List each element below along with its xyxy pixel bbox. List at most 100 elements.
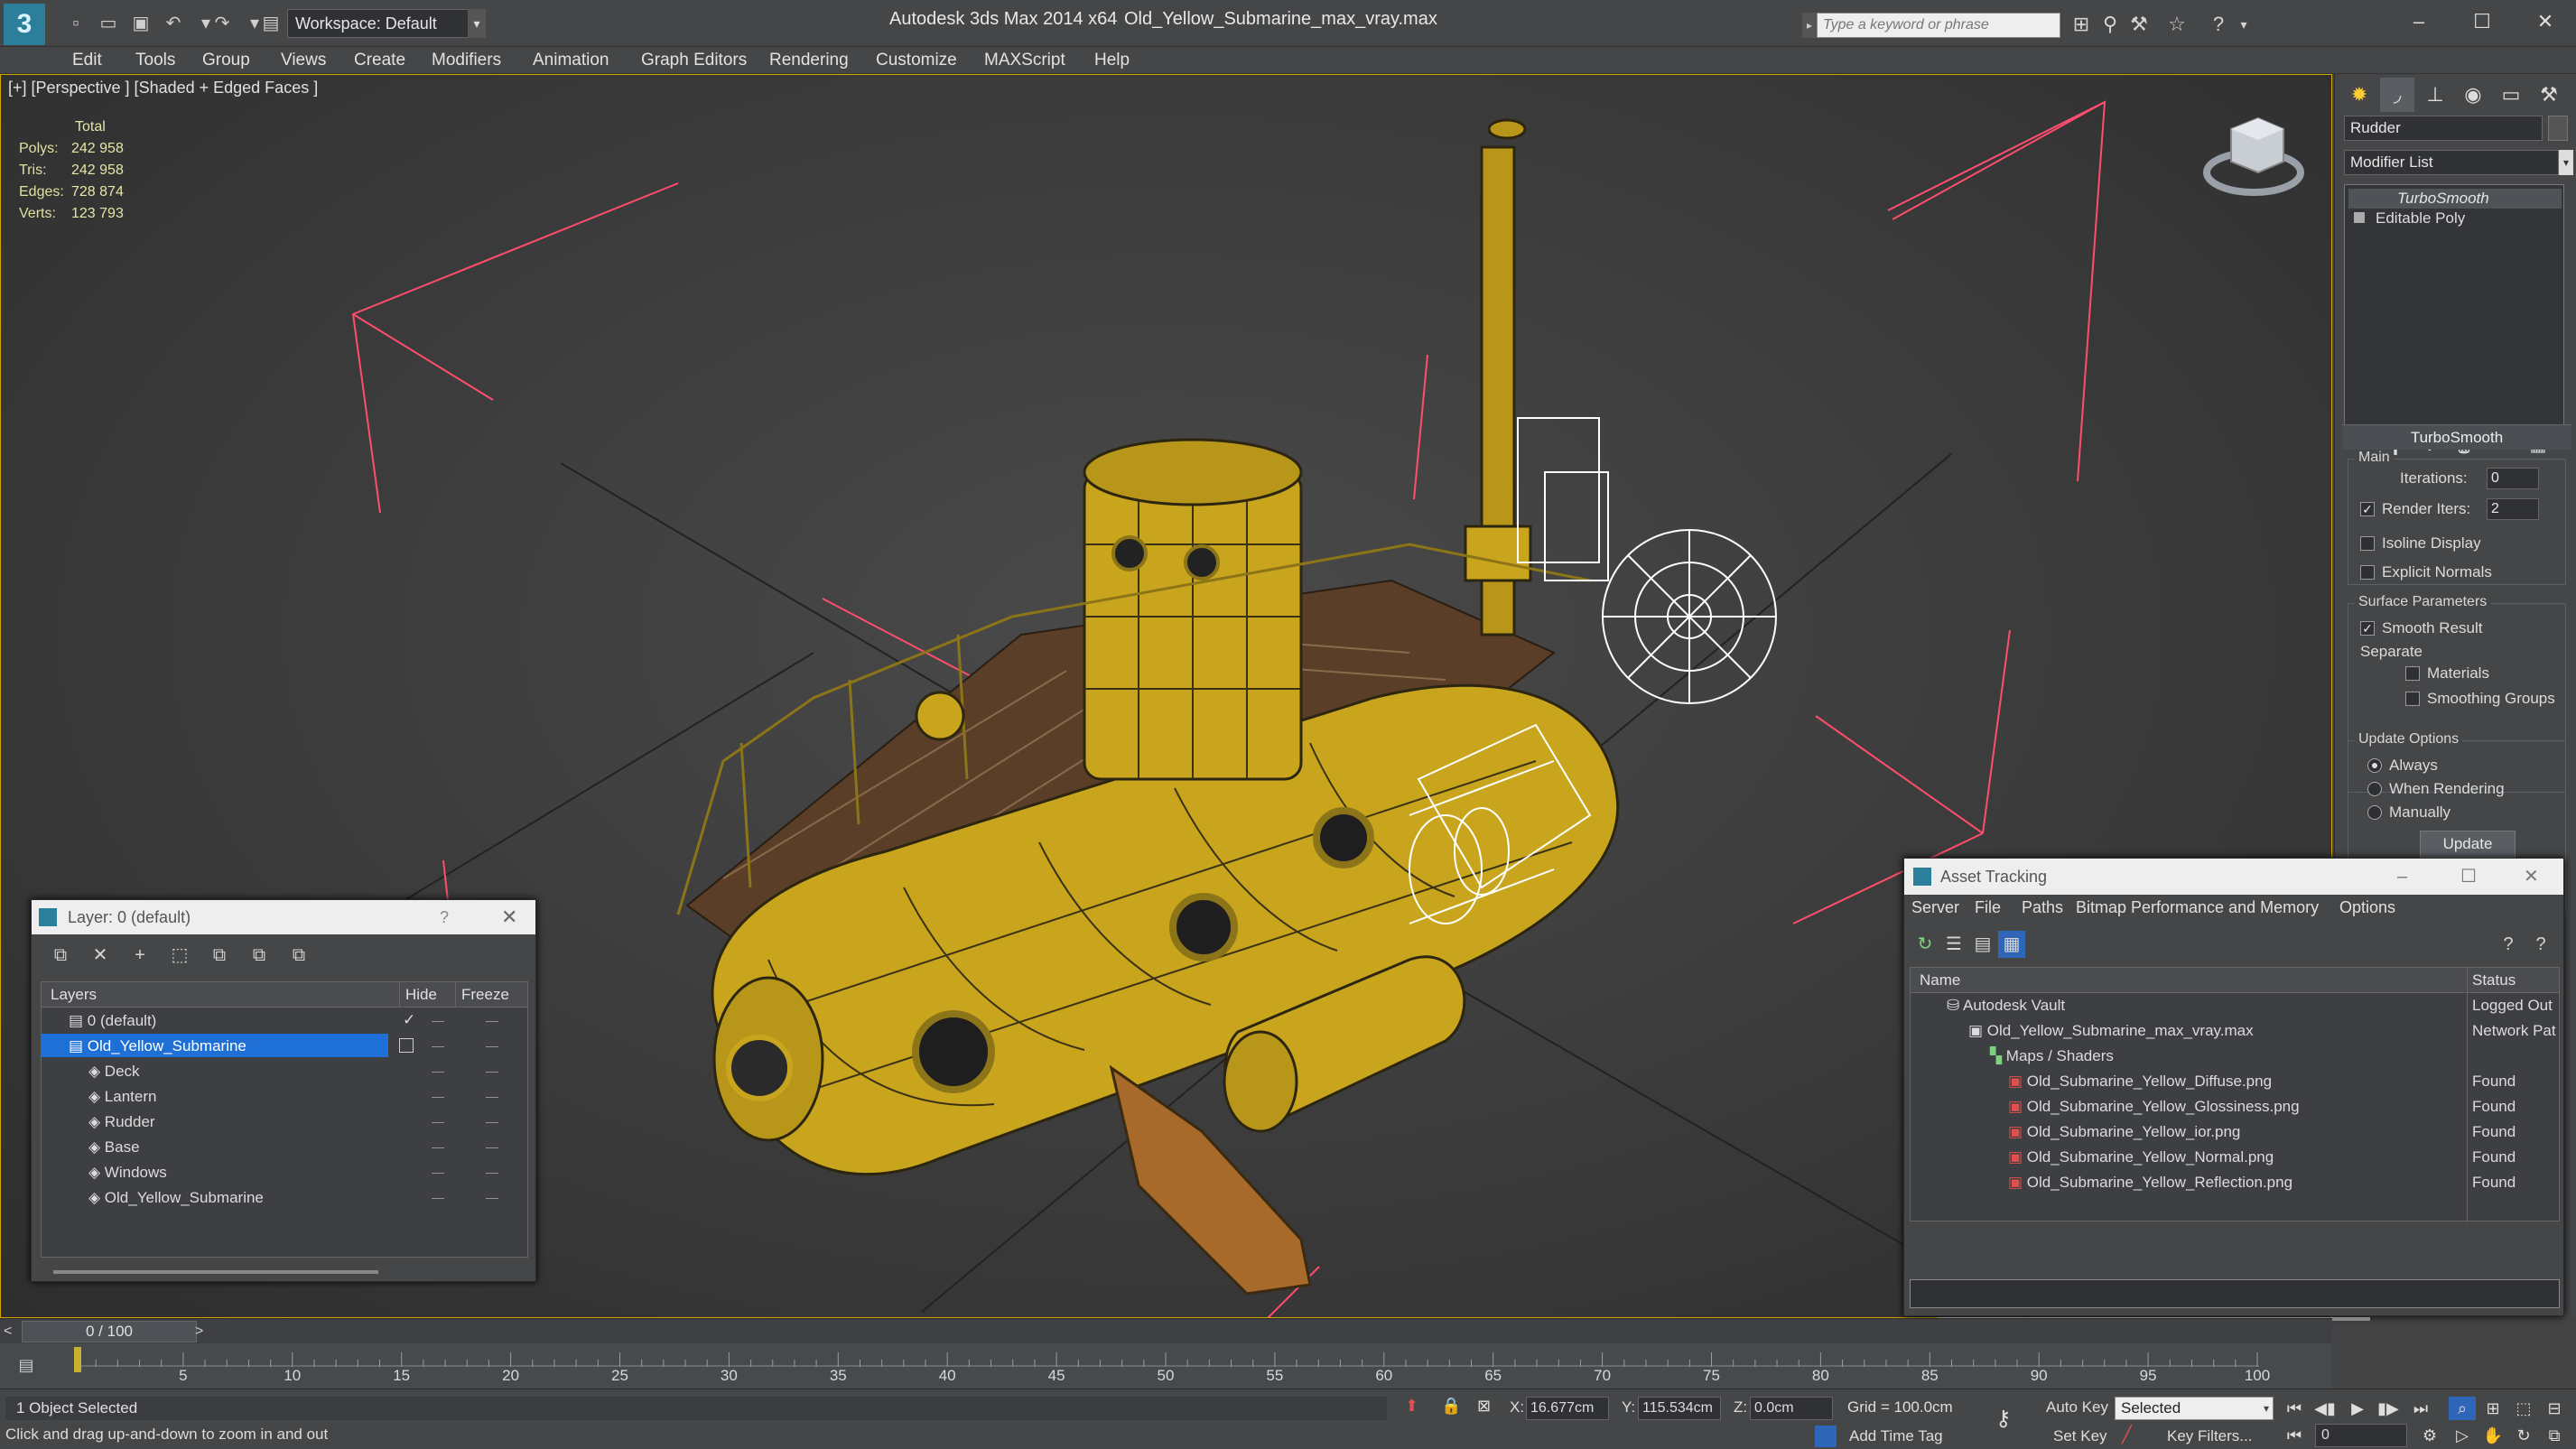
help-dropdown-icon[interactable]: ▾ [2230, 11, 2257, 38]
zoom-extents-icon[interactable]: ⬚ [2510, 1397, 2537, 1420]
freeze-toggle[interactable]: — [486, 1134, 498, 1159]
z-coordinate-field[interactable]: 0.0cm [1750, 1397, 1833, 1420]
chevron-down-icon[interactable]: ▾ [2559, 150, 2573, 175]
menu-file[interactable]: File [1975, 898, 2001, 917]
freeze-toggle[interactable]: — [486, 1058, 498, 1083]
app-logo[interactable]: 3 [4, 4, 45, 45]
hierarchy-tab-icon[interactable]: ⊥ [2418, 78, 2452, 112]
menu-animation[interactable]: Animation [533, 47, 609, 74]
update-always-radio[interactable] [2367, 758, 2382, 773]
delete-layer-icon[interactable]: ✕ [86, 942, 115, 969]
freeze-toggle[interactable]: — [486, 1159, 498, 1184]
highlight-layer-icon[interactable]: ⧉ [205, 942, 234, 969]
motion-tab-icon[interactable]: ◉ [2456, 78, 2490, 112]
smoothing-groups-checkbox[interactable] [2405, 692, 2420, 706]
layer-object-row[interactable]: ◈ Deck — — [42, 1058, 527, 1083]
materials-checkbox[interactable] [2405, 666, 2420, 681]
layer-row-selected[interactable]: ▤ Old_Yellow_Submarine — — [42, 1033, 527, 1058]
play-icon[interactable]: ▶ [2344, 1397, 2371, 1420]
open-file-icon[interactable]: ▭ [96, 11, 121, 36]
zoom-icon[interactable]: ⌕ [2449, 1397, 2476, 1420]
binoculars-icon[interactable]: ⊞ [2068, 11, 2095, 38]
current-frame-marker[interactable] [74, 1347, 81, 1372]
column-hide[interactable]: Hide [399, 982, 437, 1008]
go-to-start-icon[interactable]: ⏮ [2281, 1397, 2308, 1420]
hide-toggle[interactable]: — [432, 1109, 444, 1134]
asset-row[interactable]: ▣ Old_Submarine_Yellow_ior.png Found [1911, 1119, 2559, 1145]
layer-tool-icon[interactable]: ⧉ [46, 942, 75, 969]
add-to-layer-icon[interactable]: + [126, 942, 154, 969]
minimize-icon[interactable]: – [2397, 859, 2407, 895]
update-when-rendering-radio[interactable] [2367, 782, 2382, 796]
redo-icon[interactable]: ↷ [209, 11, 235, 36]
hide-toggle[interactable]: — [432, 1184, 444, 1210]
menu-group[interactable]: Group [202, 47, 250, 74]
refresh-icon[interactable]: ↻ [1911, 931, 1939, 958]
asset-row[interactable]: ▣ Old_Submarine_Yellow_Normal.png Found [1911, 1145, 2559, 1170]
active-layer-check-icon[interactable]: ✓ [403, 1008, 415, 1033]
asset-row[interactable]: ▚ Maps / Shaders [1911, 1044, 2559, 1069]
help-icon[interactable]: ? [2495, 931, 2522, 958]
menu-server[interactable]: Server [1911, 898, 1959, 917]
object-name-field[interactable]: Rudder [2344, 116, 2543, 141]
menu-graph-editors[interactable]: Graph Editors [641, 47, 747, 74]
list-view-icon[interactable]: ☰ [1940, 931, 1967, 958]
create-tab-sun-icon[interactable]: ✹ [2342, 78, 2376, 112]
menu-bitmap-performance[interactable]: Bitmap Performance and Memory [2076, 898, 2319, 917]
layer-window-title[interactable]: Layer: 0 (default) [32, 900, 535, 934]
time-slider-thumb[interactable]: 0 / 100 [22, 1321, 197, 1342]
freeze-toggle[interactable]: — [486, 1109, 498, 1134]
column-freeze[interactable]: Freeze [455, 982, 509, 1008]
key-icon[interactable]: ⚷ [1995, 1406, 2012, 1432]
search-input[interactable]: Type a keyword or phrase [1817, 13, 2060, 38]
hide-all-layers-icon[interactable]: ⧉ [245, 942, 274, 969]
update-button[interactable]: Update [2420, 831, 2516, 858]
workspace-dropdown[interactable]: Workspace: Default▾ [287, 9, 484, 38]
previous-key-icon[interactable]: ◀▮ [2311, 1397, 2339, 1420]
previous-frame-icon[interactable]: < [4, 1319, 12, 1344]
minimize-icon[interactable]: – [2389, 5, 2449, 38]
freeze-all-layers-icon[interactable]: ⧉ [284, 942, 313, 969]
menu-create[interactable]: Create [354, 47, 405, 74]
table-view-icon[interactable]: ▦ [1998, 931, 2025, 958]
menu-help[interactable]: Help [1094, 47, 1130, 74]
column-status[interactable]: Status [2472, 968, 2516, 993]
x-coordinate-field[interactable]: 16.677cm [1526, 1397, 1609, 1420]
subscription-icon[interactable]: ⚲ [2097, 11, 2124, 38]
next-frame-icon[interactable]: > [195, 1319, 203, 1344]
column-name[interactable]: Name [1920, 968, 1960, 993]
new-file-icon[interactable]: ▫ [63, 11, 88, 36]
favorites-star-icon[interactable]: ☆ [2163, 11, 2190, 38]
field-of-view-icon[interactable]: ▷ [2449, 1424, 2476, 1447]
maximize-viewport-icon[interactable]: ⧉ [2541, 1424, 2568, 1447]
set-key-button[interactable]: Set Key [2053, 1427, 2107, 1445]
pan-view-icon[interactable]: ✋ [2479, 1424, 2506, 1447]
time-slider[interactable]: < 0 / 100 > [0, 1318, 2332, 1343]
asset-row[interactable]: ▣ Old_Submarine_Yellow_Diffuse.png Found [1911, 1069, 2559, 1094]
freeze-toggle[interactable]: — [486, 1083, 498, 1109]
stack-item-editable-poly[interactable]: Editable Poly [2348, 209, 2562, 228]
menu-maxscript[interactable]: MAXScript [984, 47, 1065, 74]
hide-toggle[interactable]: — [432, 1159, 444, 1184]
menu-modifiers[interactable]: Modifiers [432, 47, 501, 74]
turbosmooth-rollout-header[interactable]: TurboSmooth [2342, 424, 2571, 450]
absolute-mode-transform-icon[interactable]: ⊠ [1477, 1397, 1491, 1416]
modifier-list-dropdown[interactable]: Modifier List [2344, 150, 2559, 175]
freeze-toggle[interactable]: — [486, 1008, 498, 1033]
isolate-selection-icon[interactable]: ⬆ [1405, 1397, 1418, 1416]
asset-path-field[interactable] [1910, 1279, 2560, 1308]
asset-row[interactable]: ▣ Old_Submarine_Yellow_Reflection.png Fou… [1911, 1170, 2559, 1195]
key-filters-button[interactable]: Key Filters... [2167, 1427, 2252, 1445]
menu-views[interactable]: Views [281, 47, 326, 74]
zoom-all-icon[interactable]: ⊞ [2479, 1397, 2506, 1420]
asset-row[interactable]: ▣ Old_Submarine_Yellow_Glossiness.png Fou… [1911, 1094, 2559, 1119]
hide-toggle[interactable]: — [432, 1033, 444, 1058]
maximize-icon[interactable]: ☐ [2460, 859, 2477, 895]
close-icon[interactable]: ✕ [2516, 5, 2575, 38]
key-selection-dropdown[interactable]: Selected ▾ [2115, 1397, 2274, 1420]
save-file-icon[interactable]: ▣ [128, 11, 153, 36]
freeze-toggle[interactable]: — [486, 1033, 498, 1058]
track-bar[interactable]: ▤ 5 10 15 20 25 30 35 40 45 50 55 60 65 70 75 80 85 90 95 1… [0, 1343, 2332, 1389]
asset-row[interactable]: ▣ Old_Yellow_Submarine_max_vray.max Netwo… [1911, 1018, 2559, 1044]
menu-edit[interactable]: Edit [72, 47, 102, 74]
